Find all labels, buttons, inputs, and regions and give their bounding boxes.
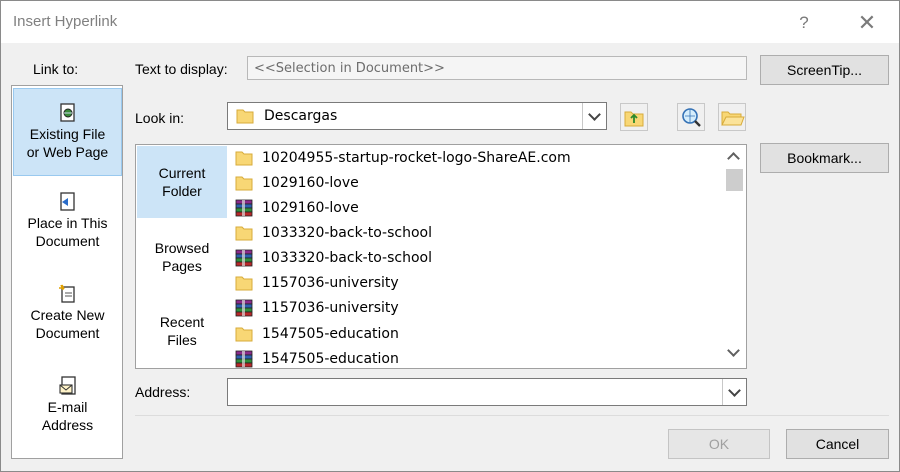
open-folder-icon [721, 111, 745, 126]
archive-icon [235, 249, 253, 267]
link-to-item-line2: Address [41, 417, 94, 433]
link-to-email-address[interactable]: E-mail Address [13, 376, 122, 446]
address-label: Address: [135, 384, 191, 400]
chevron-down-icon[interactable] [722, 379, 746, 405]
link-to-item-line2: Document [35, 233, 100, 249]
text-to-display-input[interactable]: <<Selection in Document>> [247, 56, 747, 80]
tab-label-line1: Browsed [154, 240, 210, 256]
file-name: 1033320-back-to-school [262, 250, 432, 266]
link-to-item-line1: Create New [30, 307, 105, 323]
bookmark-button[interactable]: Bookmark... [760, 143, 889, 173]
scrollbar-thumb[interactable] [726, 169, 743, 191]
separator [135, 415, 889, 416]
tab-label-line1: Current [158, 165, 206, 181]
file-list-item[interactable]: 1547505-education [234, 347, 399, 368]
existing-file-icon [59, 103, 75, 122]
archive-icon [235, 350, 253, 368]
link-to-item-line2: Document [35, 325, 100, 341]
file-name: 1547505-education [262, 351, 399, 367]
folder-icon [235, 226, 253, 241]
link-to-label: Link to: [33, 61, 79, 77]
folder-icon [235, 276, 253, 291]
file-list-item[interactable]: 1157036-university [234, 271, 399, 295]
cancel-button[interactable]: Cancel [786, 429, 889, 459]
file-name: 1157036-university [262, 275, 399, 291]
file-list-item[interactable]: 1547505-education [234, 322, 399, 346]
link-to-item-line1: Place in This [27, 215, 108, 231]
up-folder-icon [624, 111, 644, 127]
file-list-item[interactable]: 1033320-back-to-school [234, 221, 432, 245]
tab-browsed-pages[interactable]: Browsed Pages [137, 219, 227, 293]
place-in-document-icon [59, 192, 75, 211]
ok-button[interactable]: OK [668, 429, 770, 459]
browse-web-button[interactable] [677, 103, 705, 131]
text-to-display-label: Text to display: [135, 61, 228, 77]
file-name: 10204955-startup-rocket-logo-ShareAE.com [262, 150, 571, 166]
file-list-item[interactable]: 1157036-university [234, 296, 399, 320]
file-name: 1029160-love [262, 200, 359, 216]
scroll-up-icon[interactable] [727, 152, 740, 165]
help-button[interactable]: ? [787, 9, 821, 37]
up-one-folder-button[interactable] [620, 103, 648, 131]
file-name: 1547505-education [262, 326, 399, 342]
tab-current-folder[interactable]: Current Folder [137, 146, 227, 218]
file-list: 10204955-startup-rocket-logo-ShareAE.com… [228, 145, 720, 368]
screentip-button[interactable]: ScreenTip... [760, 55, 889, 85]
tab-label-line2: Folder [162, 183, 202, 199]
browse-panel: Current Folder Browsed Pages Recent File… [135, 144, 747, 369]
email-icon [58, 376, 76, 395]
link-to-place-in-document[interactable]: Place in This Document [13, 192, 122, 262]
file-list-item[interactable]: 1033320-back-to-school [234, 246, 432, 270]
folder-icon [236, 109, 254, 124]
window-title: Insert Hyperlink [13, 13, 118, 30]
new-document-icon [58, 284, 75, 303]
link-to-existing-file[interactable]: Existing File or Web Page [13, 88, 122, 176]
file-name: 1033320-back-to-school [262, 225, 432, 241]
link-to-panel: Existing File or Web Page Place in This … [11, 85, 123, 459]
tab-recent-files[interactable]: Recent Files [137, 294, 227, 368]
address-combobox[interactable] [227, 378, 747, 406]
folder-icon [235, 151, 253, 166]
file-list-item[interactable]: 10204955-startup-rocket-logo-ShareAE.com [234, 146, 571, 170]
folder-icon [235, 176, 253, 191]
tab-label-line1: Recent [159, 314, 205, 330]
tab-label-line2: Files [167, 332, 197, 348]
folder-icon [235, 327, 253, 342]
file-list-item[interactable]: 1029160-love [234, 171, 359, 195]
archive-icon [235, 199, 253, 217]
file-name: 1157036-university [262, 300, 399, 316]
insert-hyperlink-dialog: Insert Hyperlink ? ✕ Link to: Existing F… [0, 0, 900, 472]
browse-web-icon [682, 108, 701, 127]
chevron-down-icon[interactable] [582, 103, 606, 129]
file-name: 1029160-love [262, 175, 359, 191]
browse-file-button[interactable] [718, 103, 746, 131]
look-in-value: Descargas [264, 108, 338, 124]
look-in-label: Look in: [135, 110, 185, 126]
tab-label-line2: Pages [162, 258, 202, 274]
archive-icon [235, 299, 253, 317]
vertical-scrollbar[interactable] [722, 145, 746, 368]
link-to-item-line2: or Web Page [26, 144, 109, 160]
link-to-create-new-document[interactable]: Create New Document [13, 284, 122, 354]
look-in-dropdown[interactable]: Descargas [227, 102, 607, 130]
file-list-item[interactable]: 1029160-love [234, 196, 359, 220]
scroll-down-icon[interactable] [727, 344, 740, 357]
link-to-item-line1: Existing File [29, 126, 106, 142]
title-bar: Insert Hyperlink ? ✕ [1, 1, 899, 43]
link-to-item-line1: E-mail [47, 399, 88, 415]
close-button[interactable]: ✕ [849, 9, 885, 37]
